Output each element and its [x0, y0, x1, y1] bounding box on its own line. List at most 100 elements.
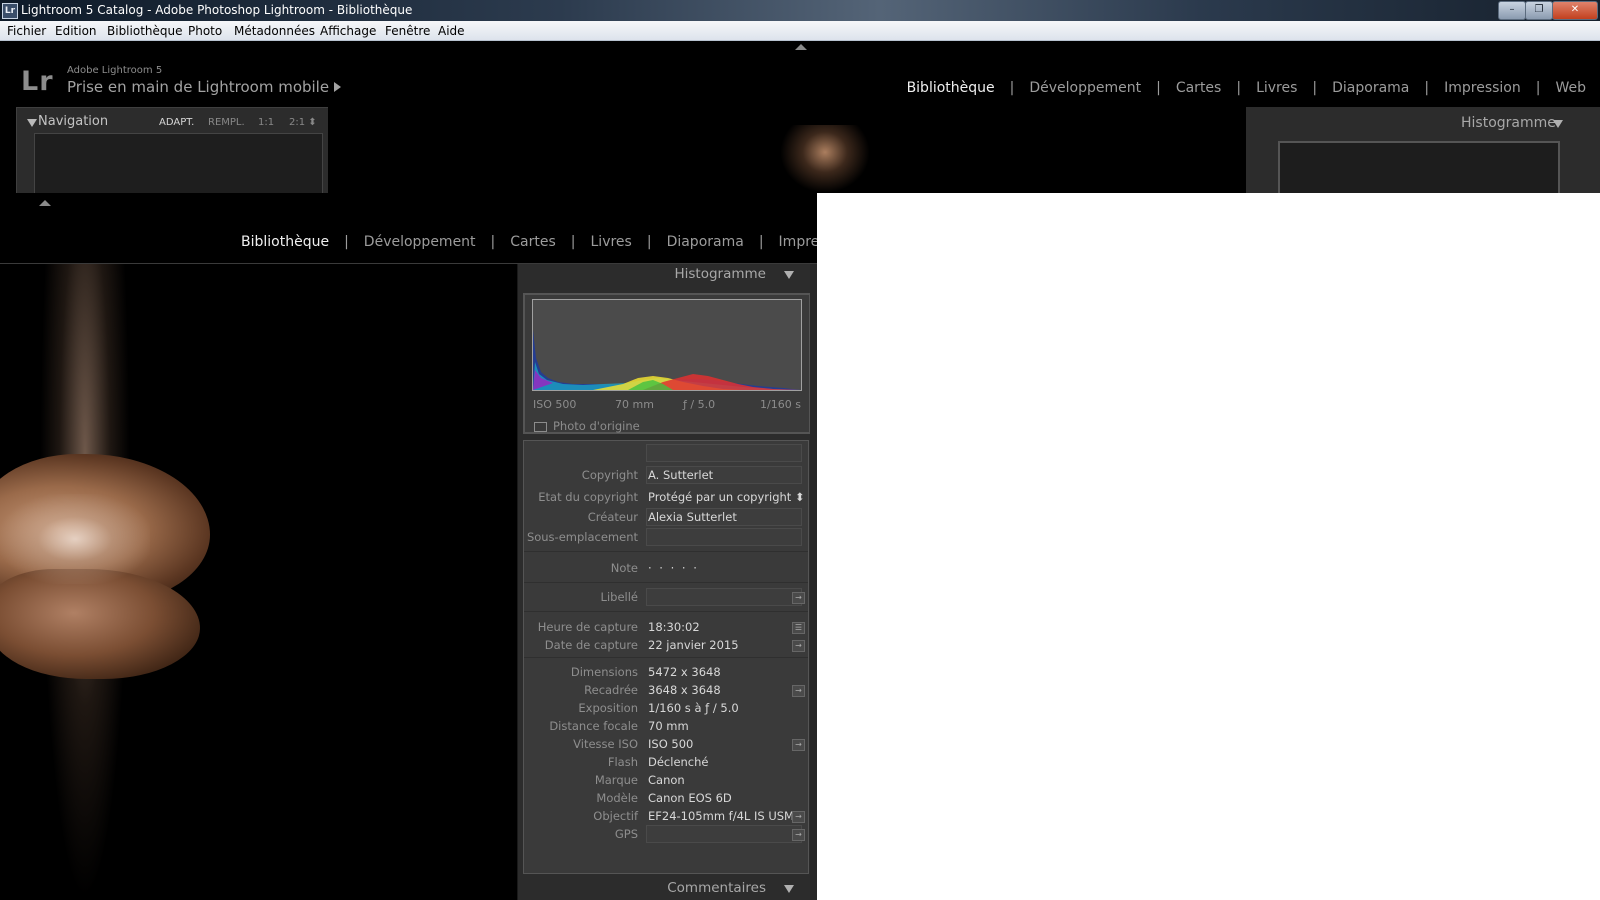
meta-row-copyright: Copyright A. Sutterlet	[524, 466, 808, 485]
menu-fichier[interactable]: Fichier	[7, 24, 46, 38]
module-diaporama[interactable]: Diaporama	[652, 234, 759, 250]
minimize-button[interactable]: –	[1498, 1, 1526, 20]
arrow-right-icon[interactable]: →	[792, 811, 805, 823]
zoom-2-1[interactable]: 2:1 ⬍	[289, 117, 317, 128]
divider	[524, 657, 808, 658]
histogram-curves	[533, 330, 801, 390]
meta-label: Objectif	[593, 809, 638, 823]
module-web[interactable]: Web	[1540, 80, 1600, 96]
meta-label: Dimensions	[570, 665, 638, 679]
module-bibliotheque[interactable]: Bibliothèque	[892, 80, 1010, 96]
collapse-triangle-icon[interactable]	[784, 885, 794, 893]
meta-value: Canon	[648, 773, 685, 787]
meta-value: 3648 x 3648	[648, 683, 721, 697]
arrow-right-icon[interactable]: →	[792, 592, 805, 604]
menu-edition[interactable]: Edition	[55, 24, 97, 38]
navigator-preview[interactable]	[34, 133, 323, 193]
meta-row-copyright-status: Etat du copyright Protégé par un copyrig…	[524, 489, 808, 507]
menu-bibliotheque[interactable]: Bibliothèque	[107, 24, 183, 38]
list-icon[interactable]: ☰	[792, 622, 805, 634]
histogram-graph[interactable]	[532, 299, 802, 391]
meta-row-flash: Flash Déclenché	[524, 754, 808, 772]
menu-bar: Fichier Edition Bibliothèque Photo Métad…	[0, 21, 1600, 41]
module-impression[interactable]: Impression	[1429, 80, 1536, 96]
histogram-title[interactable]: Histogramme	[675, 266, 767, 282]
meta-row-iso: Vitesse ISO ISO 500 →	[524, 736, 808, 754]
comments-header[interactable]: Commentaires	[518, 878, 808, 900]
arrow-right-icon[interactable]: →	[792, 739, 805, 751]
main-photo-view[interactable]	[0, 264, 517, 900]
collapse-triangle-icon[interactable]	[784, 271, 794, 279]
zoom-fill[interactable]: REMPL.	[208, 117, 245, 128]
histogram-shutter: 1/160 s	[760, 398, 801, 411]
meta-value: Canon EOS 6D	[648, 791, 732, 805]
meta-label: Date de capture	[544, 638, 638, 652]
meta-row-capture-time: Heure de capture 18:30:02 ☰	[524, 619, 808, 637]
lr-logo: Lr	[21, 66, 54, 97]
zoom-fit[interactable]: ADAPT.	[159, 117, 194, 128]
maximize-button[interactable]: ❐	[1525, 1, 1553, 20]
histogram-panel: ISO 500 70 mm ƒ / 5.0 1/160 s Photo d'or…	[523, 293, 811, 434]
meta-label: Sous-emplacement	[526, 530, 638, 544]
meta-value: 5472 x 3648	[648, 665, 721, 679]
comments-title[interactable]: Commentaires	[667, 880, 766, 896]
menu-metadonnees[interactable]: Métadonnées	[234, 24, 315, 38]
meta-row-model: Modèle Canon EOS 6D	[524, 790, 808, 808]
right-panel: Histogramme ISO 500 70 mm ƒ / 5.0 1/160 …	[517, 264, 817, 900]
photo-thumbnail	[780, 125, 870, 193]
meta-row-empty	[524, 444, 808, 463]
meta-row-lens: Objectif EF24-105mm f/4L IS USM →	[524, 808, 808, 826]
triangle-up-icon[interactable]	[39, 200, 51, 206]
divider	[524, 611, 808, 612]
original-photo-checkbox[interactable]	[534, 422, 547, 432]
meta-row-cropped: Recadrée 3648 x 3648 →	[524, 682, 808, 700]
collapse-triangle-icon[interactable]	[27, 119, 37, 127]
close-button[interactable]: ✕	[1552, 1, 1598, 20]
module-developpement[interactable]: Développement	[349, 234, 491, 250]
arrow-right-icon[interactable]: →	[792, 829, 805, 841]
navigator-title[interactable]: Navigation	[38, 114, 108, 129]
meta-label: Créateur	[587, 510, 638, 524]
panel-scrollbar[interactable]	[810, 264, 817, 900]
menu-fenetre[interactable]: Fenêtre	[385, 24, 430, 38]
gps-field[interactable]	[646, 825, 802, 843]
meta-label: Distance focale	[549, 719, 638, 733]
module-impression[interactable]: Impression	[764, 234, 817, 250]
meta-row-gps: GPS →	[524, 825, 808, 844]
identity-plate[interactable]: Prise en main de Lightroom mobile	[67, 78, 329, 96]
menu-photo[interactable]: Photo	[188, 24, 222, 38]
foreground-window: Bibliothèque | Développement | Cartes | Liv…	[0, 193, 817, 900]
meta-value: 22 janvier 2015	[648, 638, 739, 652]
triangle-up-icon[interactable]	[795, 44, 807, 50]
module-developpement[interactable]: Développement	[1014, 80, 1156, 96]
menu-aide[interactable]: Aide	[438, 24, 465, 38]
histogram-header[interactable]: Histogramme	[518, 264, 808, 290]
histogram-aperture: ƒ / 5.0	[683, 398, 716, 411]
sublocation-field[interactable]	[646, 528, 802, 546]
module-diaporama[interactable]: Diaporama	[1317, 80, 1424, 96]
meta-value: 18:30:02	[648, 620, 700, 634]
meta-label: Copyright	[581, 468, 638, 482]
arrow-right-icon[interactable]: →	[792, 640, 805, 652]
arrow-right-icon[interactable]: →	[792, 685, 805, 697]
module-cartes[interactable]: Cartes	[1161, 80, 1237, 96]
meta-row-make: Marque Canon	[524, 772, 808, 790]
meta-input[interactable]	[646, 444, 802, 462]
copyright-status-select[interactable]: Protégé par un copyright ⬍	[648, 490, 805, 504]
meta-value: A. Sutterlet	[648, 468, 714, 482]
rating-stars[interactable]: · · · · ·	[648, 561, 699, 575]
play-icon[interactable]	[334, 82, 341, 92]
divider	[524, 551, 808, 552]
label-field[interactable]	[646, 588, 802, 606]
histogram-title[interactable]: Histogramme	[1461, 115, 1556, 131]
app-icon: Lr	[2, 3, 18, 19]
module-cartes[interactable]: Cartes	[495, 234, 571, 250]
menu-affichage[interactable]: Affichage	[320, 24, 376, 38]
module-bibliotheque[interactable]: Bibliothèque	[226, 234, 344, 250]
zoom-1-1[interactable]: 1:1	[258, 117, 274, 128]
module-livres[interactable]: Livres	[1241, 80, 1312, 96]
meta-row-label: Libellé →	[524, 588, 808, 607]
meta-row-dimensions: Dimensions 5472 x 3648	[524, 664, 808, 682]
collapse-triangle-icon[interactable]	[1553, 120, 1563, 128]
module-livres[interactable]: Livres	[576, 234, 647, 250]
